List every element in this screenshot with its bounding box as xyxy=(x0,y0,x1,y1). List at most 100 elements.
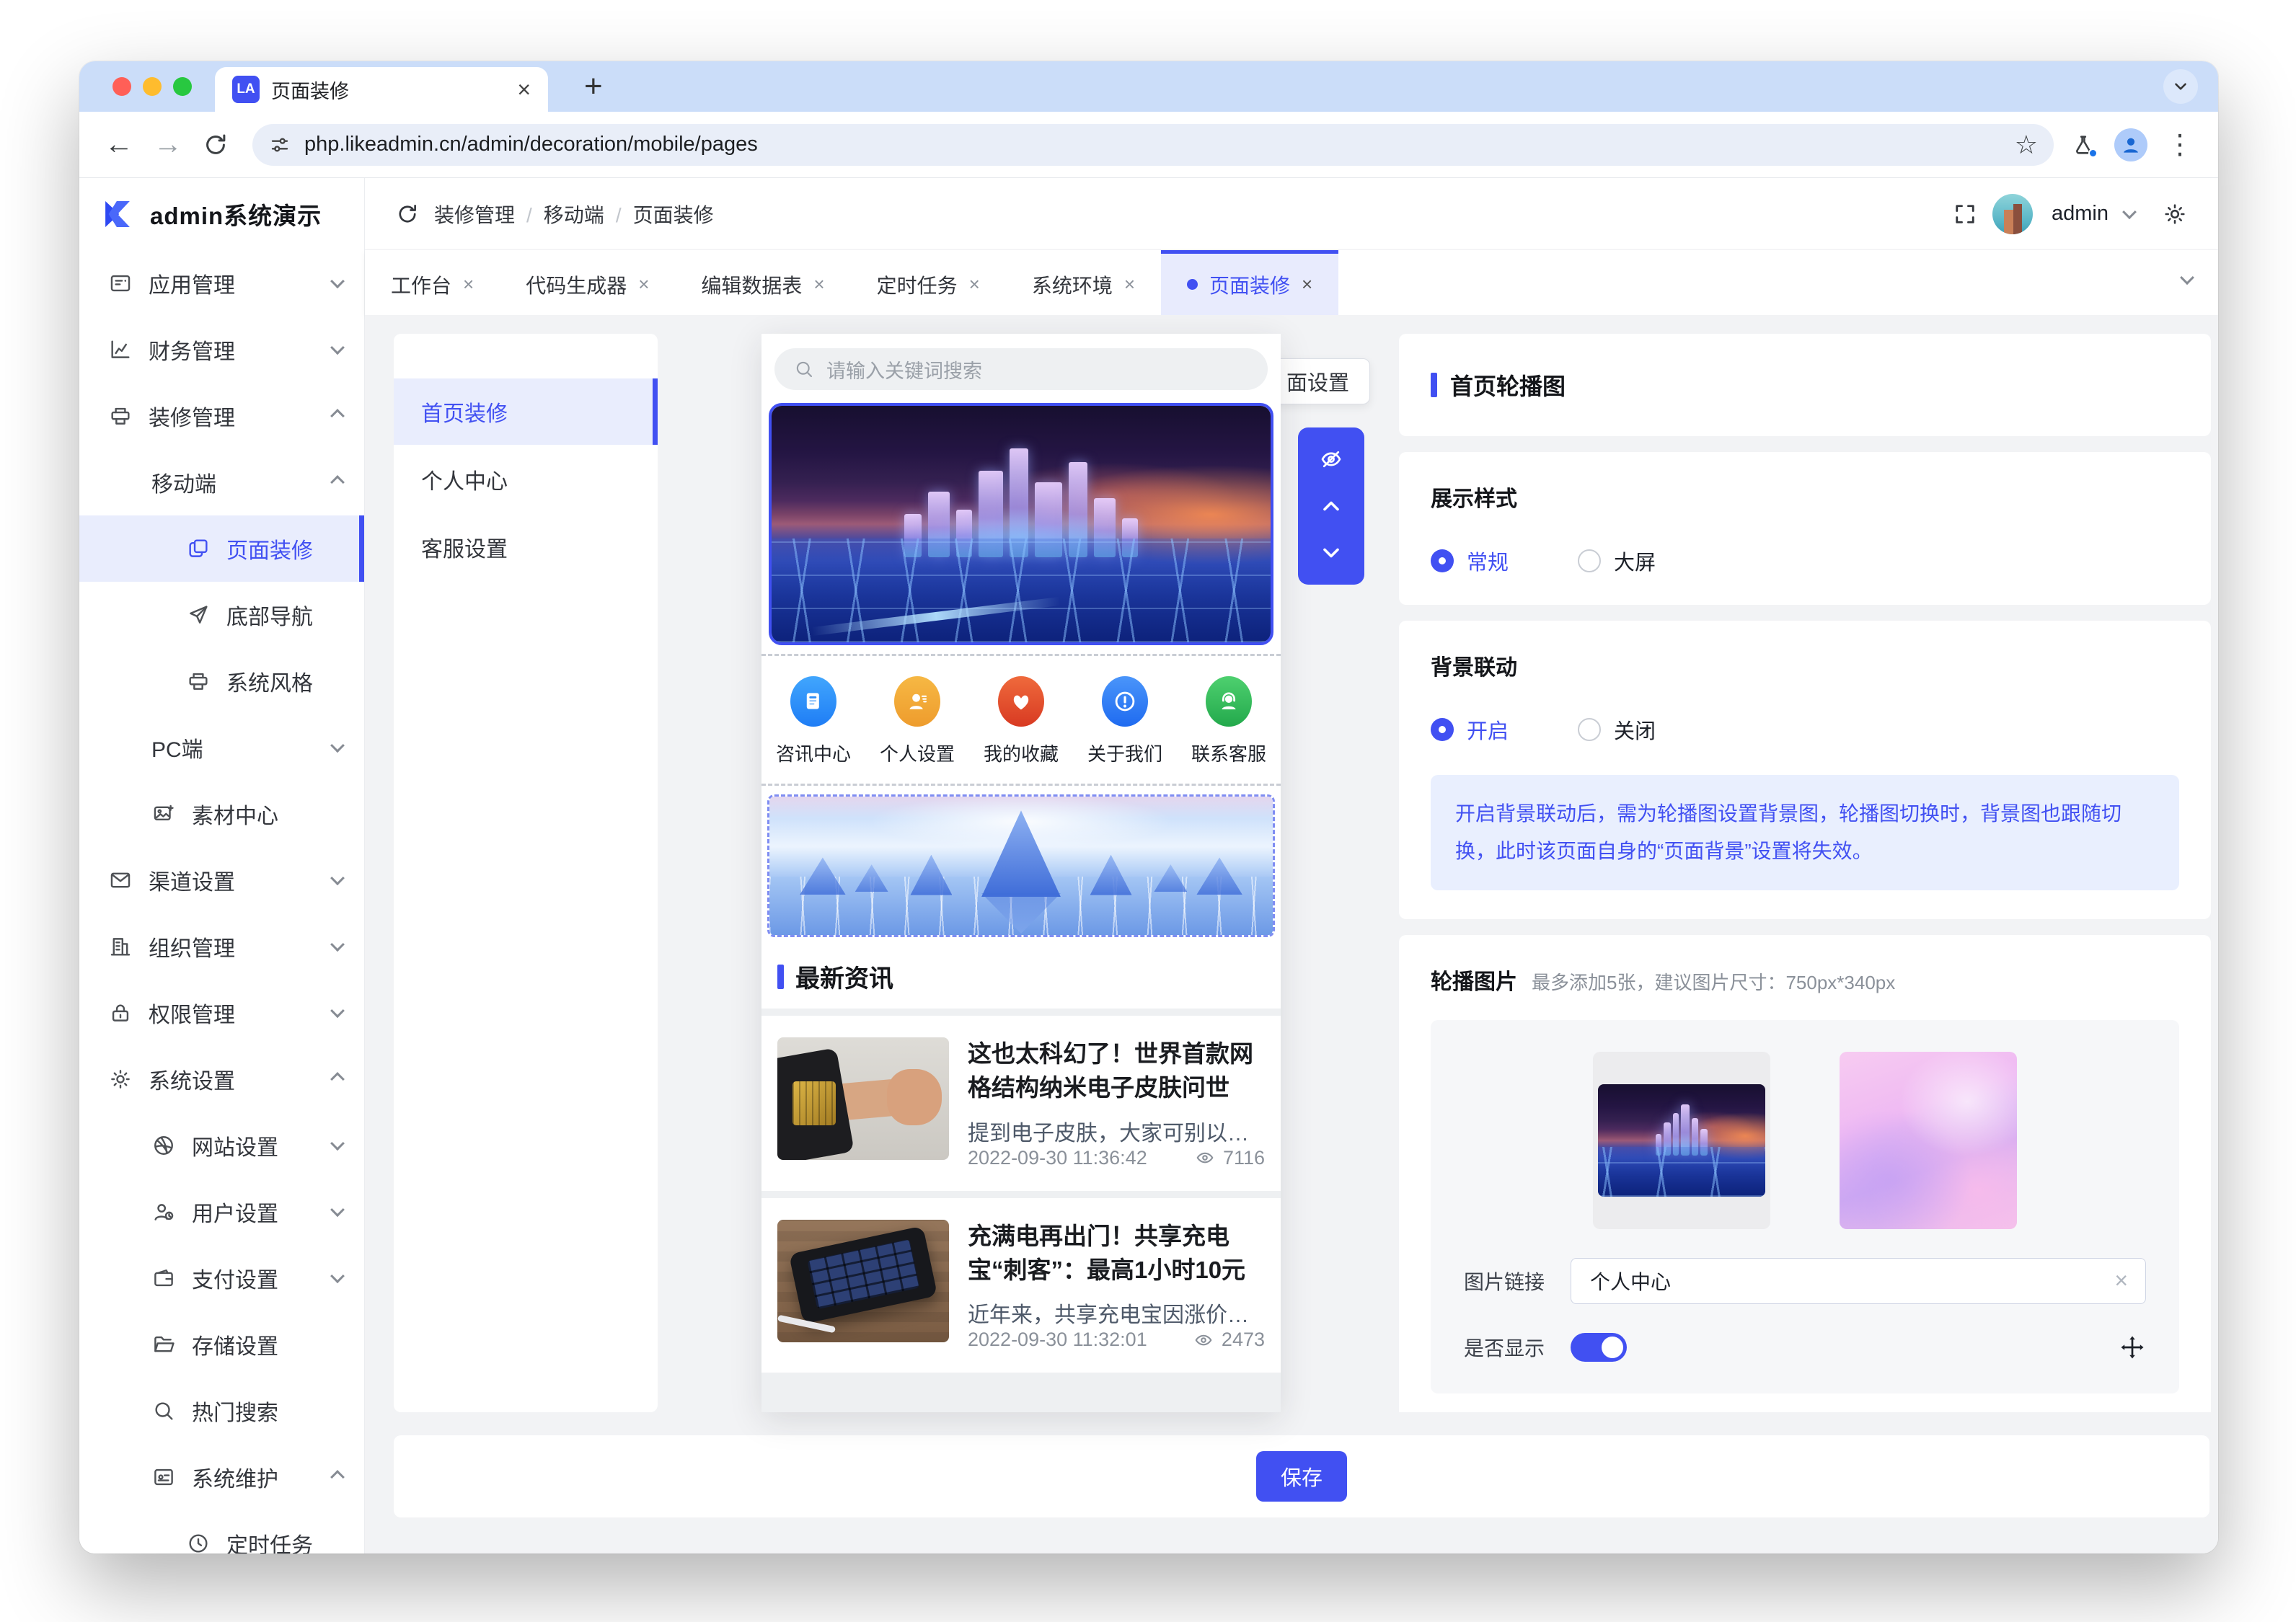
carousel-background-upload[interactable] xyxy=(1840,1052,2017,1229)
clear-icon[interactable]: × xyxy=(2114,1267,2128,1294)
header-settings-button[interactable] xyxy=(2162,201,2188,227)
gear-icon xyxy=(108,1067,133,1091)
sidebar-item-website-settings[interactable]: 网站设置 xyxy=(79,1112,364,1179)
window-close-button[interactable] xyxy=(112,77,131,96)
carousel-image-upload[interactable] xyxy=(1593,1052,1770,1229)
phone-search-widget[interactable]: 请输入关键词搜索 xyxy=(761,334,1281,400)
sidebar-item-payment-settings[interactable]: 支付设置 xyxy=(79,1245,364,1311)
sidebar-item-storage-settings[interactable]: 存储设置 xyxy=(79,1311,364,1378)
finance-icon xyxy=(108,337,133,362)
sidebar-item-bottom-nav[interactable]: 底部导航 xyxy=(79,582,364,648)
breadcrumb: 装修管理/移动端/页面装修 xyxy=(434,200,714,229)
tune-icon[interactable] xyxy=(268,133,291,156)
sidebar-item-channel-settings[interactable]: 渠道设置 xyxy=(79,847,364,913)
window-minimize-button[interactable] xyxy=(143,77,162,96)
menu-item-favorites[interactable]: 我的收藏 xyxy=(969,676,1073,766)
search-placeholder: 请输入关键词搜索 xyxy=(826,355,982,384)
tab-edit-table[interactable]: 编辑数据表× xyxy=(675,250,850,315)
page-item-personal-center[interactable]: 个人中心 xyxy=(394,446,658,513)
browser-tab[interactable]: LA 页面装修 × xyxy=(215,67,548,112)
drag-move-icon[interactable] xyxy=(2119,1334,2146,1361)
carousel-banner-widget-selected[interactable] xyxy=(769,403,1273,645)
browser-menu-button[interactable]: ⋮ xyxy=(2166,128,2194,161)
radio-style-large[interactable]: 大屏 xyxy=(1578,546,1656,576)
close-icon[interactable]: × xyxy=(463,273,474,296)
tab-list-chevron[interactable] xyxy=(2180,270,2194,285)
sidebar-item-system-maintain[interactable]: 系统维护 xyxy=(79,1444,364,1510)
menu-item-news-center[interactable]: 咨讯中心 xyxy=(761,676,865,766)
menu-nav-widget[interactable]: 咨讯中心 个人设置 xyxy=(761,654,1281,786)
chevron-down-icon xyxy=(330,274,345,288)
close-icon[interactable]: × xyxy=(813,273,824,296)
chevron-down-icon[interactable] xyxy=(2122,205,2137,219)
sidebar-item-permissions[interactable]: 权限管理 xyxy=(79,980,364,1046)
sidebar-item-mobile[interactable]: 移动端 xyxy=(79,449,364,515)
menu-item-personal-settings[interactable]: 个人设置 xyxy=(865,676,969,766)
news-item[interactable]: 这也太科幻了！世界首款网格结构纳米电子皮肤问世 提到电子皮肤，大家可别以为是“…… xyxy=(761,1016,1281,1191)
chevron-down-icon xyxy=(330,1202,345,1217)
radio-bg-off[interactable]: 关闭 xyxy=(1578,714,1656,745)
sidebar-item-system-style[interactable]: 系统风格 xyxy=(79,648,364,714)
logo-mark-icon xyxy=(98,195,137,234)
sidebar-item-organization[interactable]: 组织管理 xyxy=(79,913,364,980)
new-tab-button[interactable]: + xyxy=(584,68,603,105)
close-icon[interactable]: × xyxy=(969,273,980,296)
save-button[interactable]: 保存 xyxy=(1256,1451,1347,1502)
username[interactable]: admin xyxy=(2052,202,2109,226)
pages-icon xyxy=(186,536,211,561)
news-views: 2473 xyxy=(1222,1329,1265,1351)
news-item[interactable]: 充满电再出门！共享充电宝“刺客”：最高1小时10元 近年来，共享充电宝因涨价多次… xyxy=(761,1198,1281,1373)
hide-widget-button[interactable] xyxy=(1318,446,1344,472)
experiments-button[interactable] xyxy=(2071,133,2096,157)
person-icon xyxy=(894,676,940,727)
close-icon[interactable]: × xyxy=(638,273,649,296)
sidebar-item-system-settings[interactable]: 系统设置 xyxy=(79,1046,364,1112)
window-zoom-button[interactable] xyxy=(173,77,192,96)
link-value[interactable] xyxy=(1589,1269,2106,1293)
close-icon[interactable]: × xyxy=(1124,273,1135,296)
menu-item-contact-service[interactable]: 联系客服 xyxy=(1177,676,1281,766)
save-bar: 保存 xyxy=(394,1435,2209,1517)
move-up-button[interactable] xyxy=(1318,493,1344,519)
sidebar-item-user-settings[interactable]: 用户设置 xyxy=(79,1179,364,1245)
eye-icon xyxy=(1194,1147,1216,1169)
sidebar-item-page-decoration[interactable]: 页面装修 xyxy=(79,515,364,582)
image-link-input[interactable]: × xyxy=(1571,1258,2146,1304)
tab-code-generator[interactable]: 代码生成器× xyxy=(500,250,675,315)
radio-unselected-icon xyxy=(1578,549,1601,572)
fullscreen-button[interactable] xyxy=(1952,201,1978,227)
tab-page-decoration[interactable]: 页面装修× xyxy=(1161,250,1338,315)
tab-workbench[interactable]: 工作台× xyxy=(365,250,500,315)
tab-search-button[interactable] xyxy=(2163,69,2198,104)
sidebar-item-material-center[interactable]: 素材中心 xyxy=(79,781,364,847)
forward-button[interactable]: → xyxy=(147,128,189,161)
sidebar-item-decoration[interactable]: 装修管理 xyxy=(79,383,364,449)
tab-system-env[interactable]: 系统环境× xyxy=(1006,250,1161,315)
sidebar-item-scheduled-task[interactable]: 定时任务 xyxy=(79,1510,364,1554)
radio-bg-on[interactable]: 开启 xyxy=(1431,714,1509,745)
close-icon[interactable]: × xyxy=(1302,273,1312,296)
sidebar-item-pc[interactable]: PC端 xyxy=(79,714,364,781)
tab-close-icon[interactable]: × xyxy=(517,76,531,103)
reload-button[interactable] xyxy=(202,131,229,159)
sidebar-item-finance[interactable]: 财务管理 xyxy=(79,316,364,383)
browser-profile-avatar[interactable] xyxy=(2114,128,2147,161)
address-bar[interactable]: php.likeadmin.cn/admin/decoration/mobile… xyxy=(252,124,2054,166)
browser-window: LA 页面装修 × + ← → php.likeadmin.cn/admin/d… xyxy=(79,61,2218,1554)
app-logo[interactable]: admin系统演示 xyxy=(79,178,364,250)
secondary-banner-widget[interactable] xyxy=(767,794,1275,937)
page-item-home[interactable]: 首页装修 xyxy=(394,378,658,445)
user-avatar[interactable] xyxy=(1992,194,2033,234)
bookmark-star-icon[interactable]: ☆ xyxy=(2015,130,2038,160)
radio-style-normal[interactable]: 常规 xyxy=(1431,546,1509,576)
tab-scheduled-task[interactable]: 定时任务× xyxy=(851,250,1006,315)
back-button[interactable]: ← xyxy=(98,128,140,161)
sidebar-item-app-management[interactable]: 应用管理 xyxy=(79,250,364,316)
move-down-button[interactable] xyxy=(1318,540,1344,566)
page-item-service[interactable]: 客服设置 xyxy=(394,514,658,580)
refresh-button[interactable] xyxy=(395,202,420,226)
url-text[interactable]: php.likeadmin.cn/admin/decoration/mobile… xyxy=(304,133,2002,156)
menu-item-about-us[interactable]: 关于我们 xyxy=(1073,676,1177,766)
show-toggle[interactable] xyxy=(1571,1333,1627,1362)
sidebar-item-hot-search[interactable]: 热门搜索 xyxy=(79,1378,364,1444)
